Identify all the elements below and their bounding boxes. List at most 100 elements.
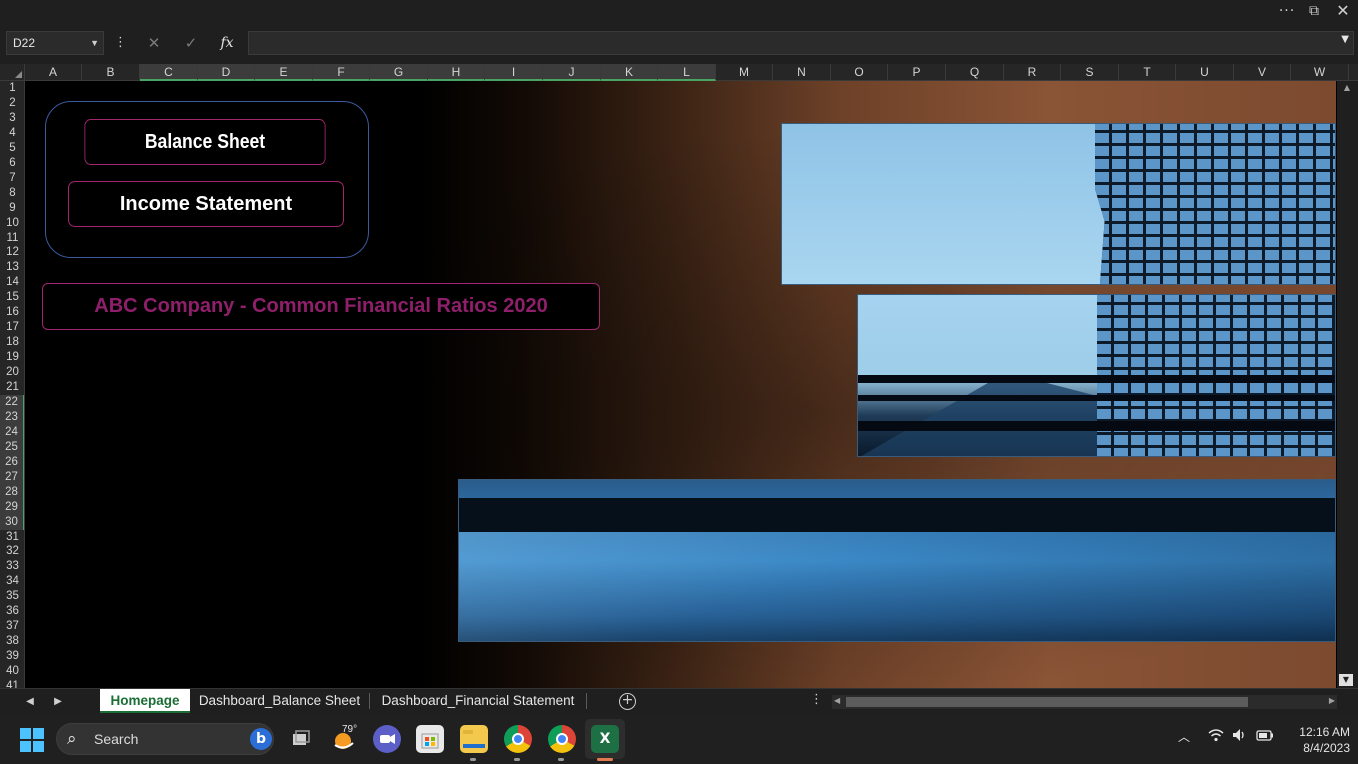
column-header-j[interactable]: J <box>543 64 601 81</box>
enter-check-icon[interactable]: ✓ <box>179 32 203 54</box>
next-sheet-icon[interactable]: ▶ <box>50 693 66 711</box>
show-hidden-icons-icon[interactable]: ︿ <box>1178 728 1190 745</box>
row-header-22[interactable]: 22 <box>0 394 24 410</box>
row-header-18[interactable]: 18 <box>0 335 24 350</box>
building-photo-bottom[interactable] <box>458 479 1336 642</box>
row-header-15[interactable]: 15 <box>0 290 24 305</box>
sheet-tab-homepage[interactable]: Homepage <box>100 689 190 713</box>
row-header-30[interactable]: 30 <box>0 514 24 530</box>
file-explorer-icon[interactable] <box>460 725 488 753</box>
column-header-u[interactable]: U <box>1176 64 1234 81</box>
scroll-right-icon[interactable]: ▶ <box>1329 696 1335 705</box>
column-header-l[interactable]: L <box>658 64 716 81</box>
sheet-options-icon[interactable]: ⋮ <box>810 692 823 707</box>
row-header-24[interactable]: 24 <box>0 424 24 440</box>
column-header-r[interactable]: R <box>1004 64 1061 81</box>
row-header-2[interactable]: 2 <box>0 96 24 111</box>
row-header-17[interactable]: 17 <box>0 320 24 335</box>
bing-icon[interactable]: b <box>250 728 272 750</box>
column-header-c[interactable]: C <box>140 64 198 81</box>
row-header-3[interactable]: 3 <box>0 111 24 126</box>
column-header-p[interactable]: P <box>888 64 946 81</box>
add-sheet-icon[interactable]: + <box>619 693 636 710</box>
task-view-icon[interactable] <box>286 725 314 753</box>
row-header-23[interactable]: 23 <box>0 409 24 425</box>
battery-icon[interactable] <box>1256 727 1274 747</box>
row-header-11[interactable]: 11 <box>0 231 24 246</box>
excel-icon[interactable]: X <box>591 725 619 753</box>
horizontal-scroll-thumb[interactable] <box>846 697 1248 707</box>
previous-sheet-icon[interactable]: ◀ <box>22 693 38 711</box>
dashboard-title[interactable]: ABC Company - Common Financial Ratios 20… <box>42 283 600 330</box>
row-header-41[interactable]: 41 <box>0 679 24 688</box>
vertical-scrollbar[interactable]: ▲ ▼ <box>1337 81 1358 688</box>
column-header-i[interactable]: I <box>485 64 543 81</box>
row-header-26[interactable]: 26 <box>0 454 24 470</box>
name-box[interactable]: D22 ▼ <box>6 31 104 55</box>
column-header-w[interactable]: W <box>1291 64 1349 81</box>
insert-function-icon[interactable]: fx <box>215 32 239 54</box>
row-header-31[interactable]: 31 <box>0 530 24 545</box>
row-header-12[interactable]: 12 <box>0 245 24 260</box>
column-header-v[interactable]: V <box>1234 64 1291 81</box>
income-statement-button[interactable]: Income Statement <box>68 181 344 227</box>
row-header-28[interactable]: 28 <box>0 484 24 500</box>
row-header-35[interactable]: 35 <box>0 589 24 604</box>
column-header-d[interactable]: D <box>198 64 255 81</box>
windows-start-icon[interactable] <box>20 728 44 752</box>
row-header-32[interactable]: 32 <box>0 544 24 559</box>
column-header-s[interactable]: S <box>1061 64 1119 81</box>
row-header-10[interactable]: 10 <box>0 216 24 231</box>
wifi-icon[interactable] <box>1208 727 1224 747</box>
row-header-25[interactable]: 25 <box>0 439 24 455</box>
microsoft-store-icon[interactable] <box>416 725 444 753</box>
row-header-20[interactable]: 20 <box>0 365 24 380</box>
column-header-f[interactable]: F <box>313 64 370 81</box>
column-header-k[interactable]: K <box>601 64 658 81</box>
column-header-o[interactable]: O <box>831 64 888 81</box>
scroll-left-icon[interactable]: ◀ <box>834 696 840 705</box>
row-header-34[interactable]: 34 <box>0 574 24 589</box>
chevron-down-icon[interactable]: ▼ <box>90 32 99 54</box>
row-header-21[interactable]: 21 <box>0 380 24 395</box>
column-header-a[interactable]: A <box>25 64 82 81</box>
row-header-4[interactable]: 4 <box>0 126 24 141</box>
sheet-tab-dashboard-financial-statement[interactable]: Dashboard_Financial Statement <box>373 689 583 713</box>
balance-sheet-button[interactable]: Balance Sheet <box>84 119 326 165</box>
teams-chat-icon[interactable] <box>373 725 401 753</box>
column-header-g[interactable]: G <box>370 64 428 81</box>
column-header-n[interactable]: N <box>773 64 831 81</box>
taskbar-search[interactable]: ⌕ Search b <box>56 723 274 755</box>
row-header-39[interactable]: 39 <box>0 649 24 664</box>
formula-input[interactable]: ▼ <box>248 31 1354 55</box>
cancel-icon[interactable]: ✕ <box>142 32 166 54</box>
more-options-icon[interactable]: ··· <box>1272 0 1302 22</box>
select-all-button[interactable] <box>0 64 25 81</box>
row-header-1[interactable]: 1 <box>0 81 24 96</box>
row-header-27[interactable]: 27 <box>0 469 24 485</box>
restore-window-icon[interactable]: ⧉ <box>1299 0 1329 22</box>
row-header-14[interactable]: 14 <box>0 275 24 290</box>
column-header-h[interactable]: H <box>428 64 485 81</box>
scroll-up-icon[interactable]: ▲ <box>1341 83 1353 95</box>
row-header-13[interactable]: 13 <box>0 260 24 275</box>
expand-formula-bar-icon[interactable]: ▼ <box>1341 34 1349 45</box>
close-window-icon[interactable]: ✕ <box>1328 0 1358 22</box>
system-clock[interactable]: 12:16 AM 8/4/2023 <box>1280 724 1350 756</box>
row-header-40[interactable]: 40 <box>0 664 24 679</box>
formula-bar-options-icon[interactable]: ⋮ <box>114 32 127 54</box>
volume-icon[interactable] <box>1231 727 1247 747</box>
scroll-down-icon[interactable]: ▼ <box>1339 674 1353 686</box>
row-header-33[interactable]: 33 <box>0 559 24 574</box>
column-header-b[interactable]: B <box>82 64 140 81</box>
row-header-36[interactable]: 36 <box>0 604 24 619</box>
horizontal-scrollbar[interactable]: ◀ ▶ <box>832 695 1337 709</box>
row-header-19[interactable]: 19 <box>0 350 24 365</box>
chrome-profile-icon[interactable] <box>548 725 576 753</box>
column-header-q[interactable]: Q <box>946 64 1004 81</box>
row-header-6[interactable]: 6 <box>0 156 24 171</box>
row-header-16[interactable]: 16 <box>0 305 24 320</box>
row-header-37[interactable]: 37 <box>0 619 24 634</box>
chrome-icon[interactable] <box>504 725 532 753</box>
row-header-8[interactable]: 8 <box>0 186 24 201</box>
